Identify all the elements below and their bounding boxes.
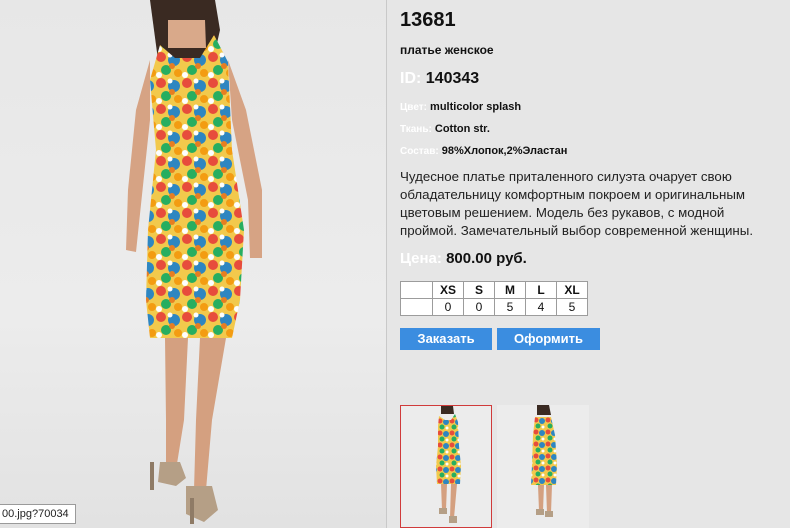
size-header: XL	[556, 281, 588, 299]
product-id: ID: 140343	[400, 70, 479, 88]
size-stock-corner	[400, 298, 433, 316]
image-url-tooltip: 00.jpg?70034	[0, 504, 76, 524]
size-header-row: XS S M L XL	[400, 281, 588, 299]
checkout-button[interactable]: Оформить	[497, 328, 600, 350]
attr-composition: Состав: 98%Хлопок,2%Эластан	[400, 145, 567, 157]
size-stock: 5	[556, 298, 588, 316]
pane-divider	[386, 0, 387, 528]
size-header: XS	[432, 281, 464, 299]
product-code: 13681	[400, 9, 456, 31]
size-header: S	[463, 281, 495, 299]
attr-fabric-value: Cotton str.	[434, 123, 490, 135]
order-button[interactable]: Заказать	[400, 328, 492, 350]
product-name: платье женское	[400, 43, 494, 57]
product-photo-image	[126, 0, 262, 524]
attr-color-label: Цвет:	[400, 102, 427, 113]
product-id-value: 140343	[425, 70, 480, 87]
price-label: Цена:	[400, 250, 442, 267]
product-id-label: ID:	[400, 70, 422, 87]
attr-color: Цвет: multicolor splash	[400, 101, 521, 113]
size-table: XS S M L XL 0 0 5 4 5	[400, 281, 588, 316]
size-stock: 0	[432, 298, 464, 316]
size-stock: 5	[494, 298, 526, 316]
attr-fabric: Ткань: Cotton str.	[400, 123, 490, 135]
product-description: Чудесное платье приталенного силуэта оча…	[400, 168, 782, 240]
attr-fabric-label: Ткань:	[400, 124, 432, 135]
size-header: L	[525, 281, 557, 299]
size-stock: 4	[525, 298, 557, 316]
description-line: цветовым решением. Модель без рукавов, с…	[400, 205, 725, 220]
attr-composition-label: Состав:	[400, 146, 439, 157]
size-table-corner	[400, 281, 433, 299]
size-header: M	[494, 281, 526, 299]
attr-color-value: multicolor splash	[430, 101, 522, 113]
product-price: Цена: 800.00 руб.	[400, 250, 527, 267]
attr-composition-value: 98%Хлопок,2%Эластан	[441, 145, 568, 157]
description-line: Чудесное платье приталенного силуэта оча…	[400, 169, 732, 184]
thumbnail-front[interactable]	[400, 405, 492, 528]
product-photo[interactable]: 00.jpg?70034	[0, 0, 386, 528]
thumbnail-back[interactable]	[497, 405, 589, 528]
size-stock-row: 0 0 5 4 5	[400, 298, 588, 316]
thumbnail-front-image	[401, 406, 491, 527]
thumbnail-back-image	[497, 405, 589, 528]
description-line: обладательницу комфортным покроем и ориг…	[400, 187, 746, 202]
size-stock: 0	[463, 298, 495, 316]
description-line: проймой. Замечательный выбор современной…	[400, 223, 754, 238]
price-value: 800.00 руб.	[446, 250, 527, 267]
